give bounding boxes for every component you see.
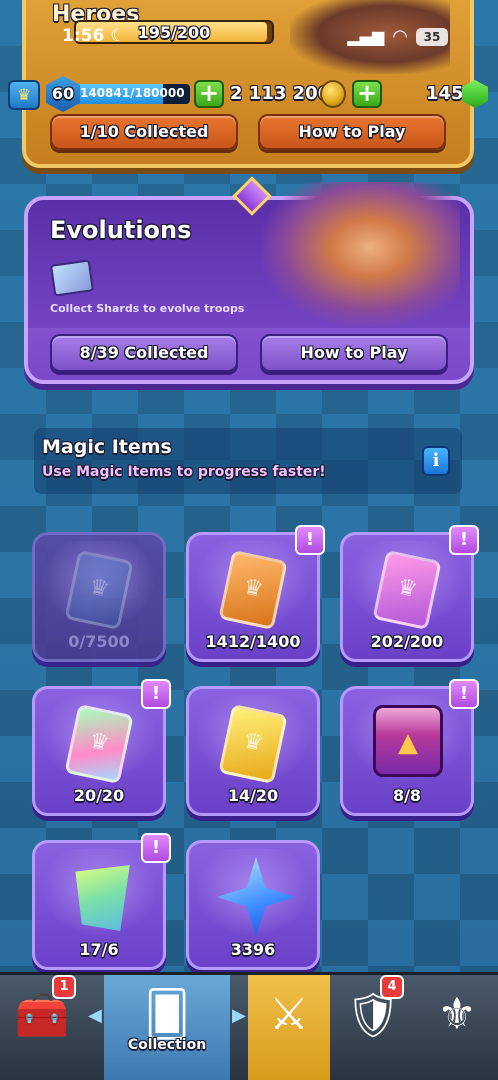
- nav-collection[interactable]: 🂠 Collection: [104, 975, 230, 1080]
- item-count: 20/20: [73, 786, 125, 805]
- status-time: 1:56 ☾: [62, 26, 125, 46]
- item-tile[interactable]: 14/20: [186, 686, 320, 816]
- xp-bar[interactable]: 140841/180000: [68, 84, 190, 104]
- evolutions-subtitle: Collect Shards to evolve troops: [50, 302, 245, 315]
- item-tile[interactable]: 202/200 !: [340, 525, 479, 662]
- heroes-collected-button[interactable]: 1/10 Collected: [50, 114, 238, 150]
- evolution-hero-art: [260, 182, 460, 328]
- alert-icon: !: [449, 525, 479, 555]
- crown-icon[interactable]: ♛: [8, 80, 40, 110]
- nav-shop[interactable]: 🧰 1: [0, 975, 84, 1080]
- nav-battle[interactable]: ⚔: [248, 975, 330, 1080]
- book-icon: [373, 705, 443, 777]
- item-count: 0/7500: [68, 632, 130, 651]
- status-icons: ▂▄▆ ◠ 35: [347, 26, 448, 47]
- nav-clan[interactable]: 🛡 4: [332, 975, 414, 1080]
- item-tile[interactable]: 0/7500: [32, 532, 166, 662]
- evolutions-panel: Evolutions Collect Shards to evolve troo…: [24, 176, 474, 384]
- item-count: 17/6: [79, 940, 119, 959]
- alert-icon: !: [449, 679, 479, 709]
- laurel-sword-icon: ⚜: [437, 989, 477, 1040]
- add-gems-button[interactable]: +: [352, 80, 382, 108]
- status-time-text: 1:56: [62, 26, 105, 46]
- moon-icon: ☾: [110, 26, 126, 46]
- item-count: 1412/1400: [205, 632, 301, 651]
- info-icon[interactable]: i: [422, 446, 450, 476]
- item-tile[interactable]: 17/6 !: [32, 833, 171, 970]
- crossed-swords-icon: ⚔: [269, 989, 309, 1040]
- item-tile[interactable]: 8/8 !: [340, 679, 479, 816]
- alert-icon: !: [141, 679, 171, 709]
- alert-icon: !: [295, 525, 325, 555]
- item-count: 8/8: [392, 786, 422, 805]
- shop-badge: 1: [52, 975, 76, 999]
- item-tile[interactable]: 3396: [186, 840, 320, 970]
- cards-icon: 🂠: [144, 989, 190, 1040]
- signal-icon: ▂▄▆: [347, 27, 385, 46]
- gold-amount: 2 113 206: [230, 83, 331, 104]
- alert-icon: !: [141, 833, 171, 863]
- right-arrow-icon[interactable]: ▶: [232, 1005, 246, 1026]
- collection-label: Collection: [127, 1037, 207, 1053]
- wifi-icon: ◠: [392, 26, 408, 47]
- gem-amount: 145: [426, 83, 464, 104]
- item-tile[interactable]: 1412/1400 !: [186, 525, 325, 662]
- evolutions-title: Evolutions: [50, 216, 192, 244]
- evolution-shard-icon: [49, 259, 95, 297]
- magic-items-header: Magic Items Use Magic Items to progress …: [34, 428, 462, 494]
- item-count: 3396: [230, 940, 276, 959]
- item-tile[interactable]: 20/20 !: [32, 679, 171, 816]
- heroes-how-to-play-button[interactable]: How to Play: [258, 114, 446, 150]
- gold-coin-icon: [320, 80, 346, 108]
- evolutions-collected-button[interactable]: 8/39 Collected: [50, 334, 238, 372]
- magic-items-subtitle: Use Magic Items to progress faster!: [42, 464, 326, 480]
- xp-text: 140841/180000: [80, 86, 185, 100]
- nav-events[interactable]: ⚜: [416, 975, 498, 1080]
- clan-badge: 4: [380, 975, 404, 999]
- item-count: 14/20: [227, 786, 279, 805]
- left-arrow-icon[interactable]: ◀: [88, 1005, 102, 1026]
- bottom-nav: 🧰 1 ◀ 🂠 Collection ▶ ⚔ 🛡 4 ⚜: [0, 972, 498, 1080]
- add-gold-button[interactable]: +: [194, 80, 224, 108]
- battery-indicator: 35: [416, 27, 448, 46]
- evolutions-how-to-play-button[interactable]: How to Play: [260, 334, 448, 372]
- item-count: 202/200: [370, 632, 444, 651]
- magic-items-title: Magic Items: [42, 436, 172, 458]
